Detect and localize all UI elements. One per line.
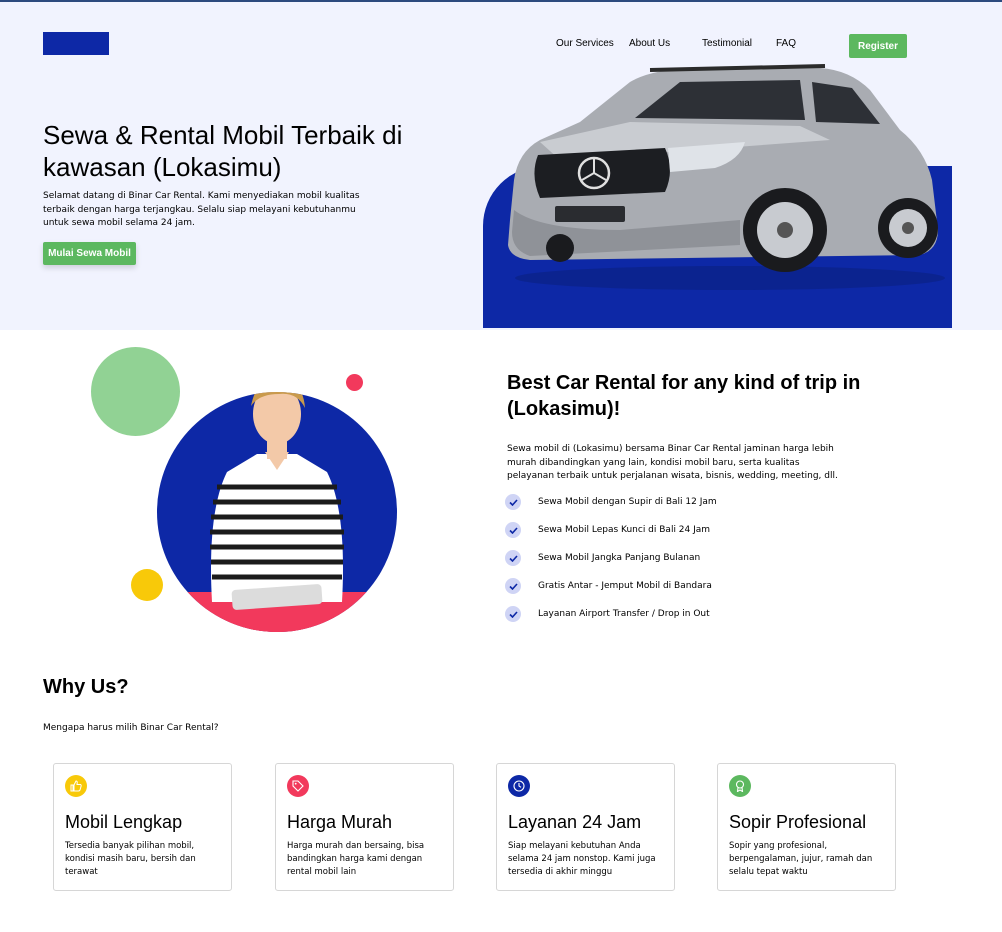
logo[interactable] (43, 32, 109, 55)
check-icon (505, 550, 521, 566)
feature-card: Harga Murah Harga murah dan bersaing, bi… (275, 763, 454, 891)
feature-card-title: Layanan 24 Jam (508, 812, 642, 832)
hero-description: Selamat datang di Binar Car Rental. Kami… (43, 191, 360, 228)
woman-photo-circle (157, 392, 397, 632)
clock-icon (508, 775, 530, 797)
service-item: Sewa Mobil Lepas Kunci di Bali 24 Jam (505, 522, 710, 538)
feature-card-description: Harga murah dan bersaing, bisa bandingka… (287, 841, 425, 877)
check-icon (505, 494, 521, 510)
why-us-title: Why Us? (43, 676, 129, 698)
check-icon (505, 578, 521, 594)
feature-card-description: Sopir yang profesional, berpengalaman, j… (729, 841, 873, 877)
woman-image (157, 392, 397, 632)
car-image (508, 64, 945, 290)
feature-card-title: Sopir Profesional (729, 812, 867, 832)
service-item-label: Sewa Mobil dengan Supir di Bali 12 Jam (538, 497, 717, 507)
nav-our-services[interactable]: Our Services (556, 38, 614, 49)
start-rent-button[interactable]: Mulai Sewa Mobil (43, 242, 136, 265)
feature-card-description: Siap melayani kebutuhan Anda selama 24 j… (508, 841, 656, 877)
check-icon (505, 606, 521, 622)
feature-card-description: Tersedia banyak pilihan mobil, kondisi m… (65, 841, 196, 877)
service-item: Layanan Airport Transfer / Drop in Out (505, 606, 710, 622)
award-icon (729, 775, 751, 797)
service-item: Sewa Mobil dengan Supir di Bali 12 Jam (505, 494, 717, 510)
decor-circle-yellow (131, 569, 163, 601)
nav-testimonial[interactable]: Testimonial (702, 38, 752, 49)
hero-title: Sewa & Rental Mobil Terbaik di kawasan (… (43, 120, 403, 182)
check-icon (505, 522, 521, 538)
services-title: Best Car Rental for any kind of trip in … (507, 372, 861, 420)
service-item-label: Sewa Mobil Jangka Panjang Bulanan (538, 553, 701, 563)
why-us-subtitle: Mengapa harus milih Binar Car Rental? (43, 723, 219, 733)
nav-faq[interactable]: FAQ (776, 38, 796, 49)
feature-card-title: Mobil Lengkap (65, 812, 183, 832)
feature-card: Sopir Profesional Sopir yang profesional… (717, 763, 896, 891)
services-description: Sewa mobil di (Lokasimu) bersama Binar C… (507, 444, 838, 481)
service-item-label: Gratis Antar - Jemput Mobil di Bandara (538, 581, 712, 591)
feature-card-title: Harga Murah (287, 812, 393, 832)
decor-circle-green (91, 347, 180, 436)
service-item: Gratis Antar - Jemput Mobil di Bandara (505, 578, 712, 594)
service-item-label: Layanan Airport Transfer / Drop in Out (538, 609, 710, 619)
tag-icon (287, 775, 309, 797)
service-item: Sewa Mobil Jangka Panjang Bulanan (505, 550, 700, 566)
thumbs-up-icon (65, 775, 87, 797)
decor-circle-red (346, 374, 363, 391)
feature-card: Mobil Lengkap Tersedia banyak pilihan mo… (53, 763, 232, 891)
register-button[interactable]: Register (849, 34, 907, 58)
service-item-label: Sewa Mobil Lepas Kunci di Bali 24 Jam (538, 525, 711, 535)
feature-card: Layanan 24 Jam Siap melayani kebutuhan A… (496, 763, 675, 891)
nav-about-us[interactable]: About Us (629, 38, 670, 49)
